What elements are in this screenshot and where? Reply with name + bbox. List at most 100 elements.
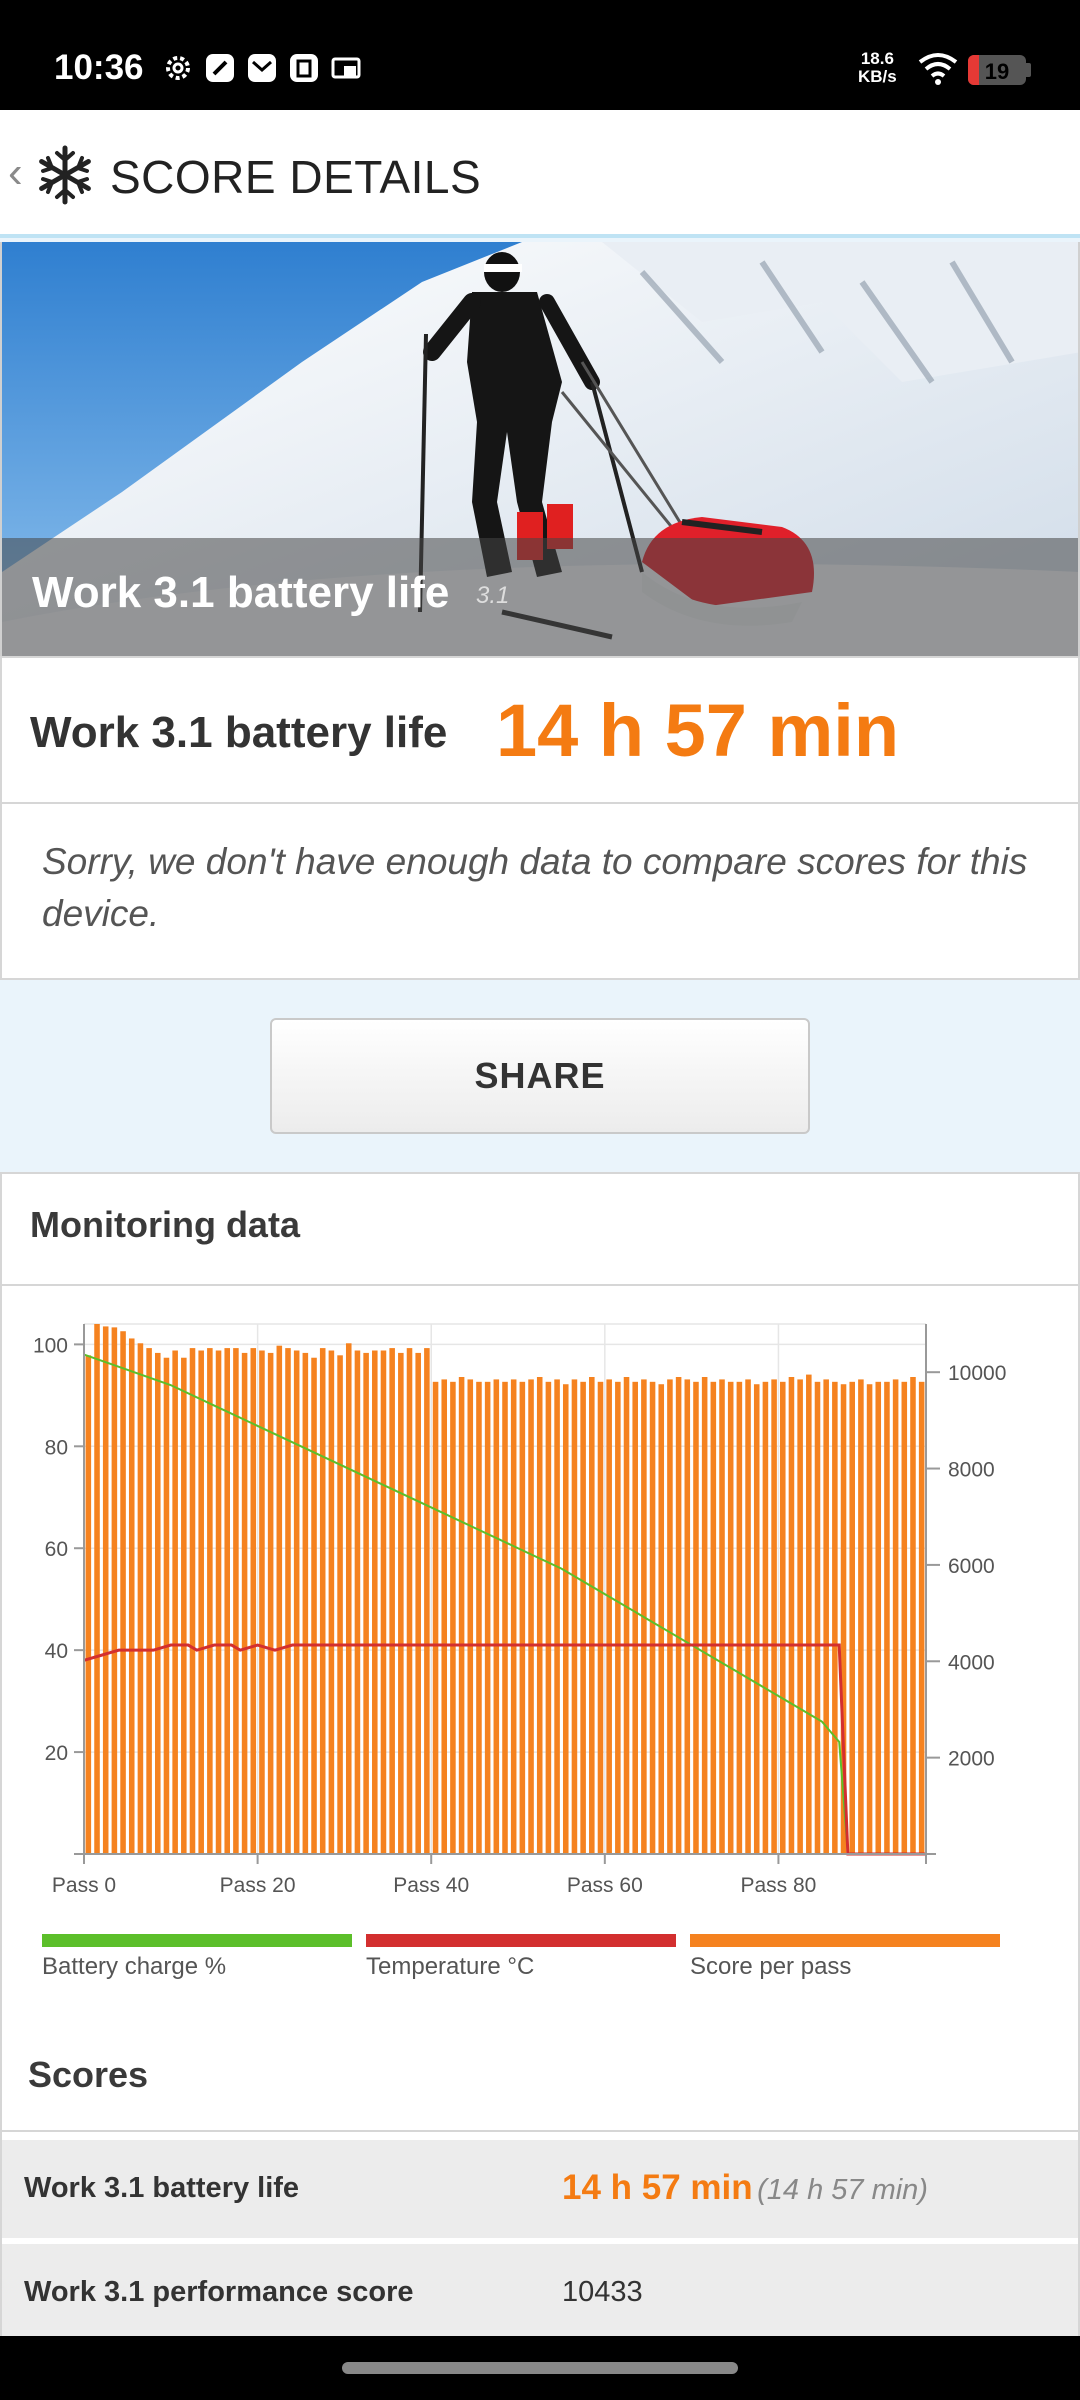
score-row-value: 10433 — [562, 2276, 643, 2308]
score-bar — [545, 1381, 552, 1854]
score-bar — [719, 1379, 725, 1854]
home-gesture-pill[interactable] — [342, 2362, 738, 2374]
score-bar — [797, 1379, 803, 1854]
score-bar — [137, 1343, 144, 1854]
score-bar — [285, 1348, 291, 1854]
score-bar — [693, 1381, 699, 1854]
network-speed: 18.6 KB/s — [858, 50, 897, 86]
y-tick-label: 100 — [33, 1334, 68, 1357]
y2-tick-label: 4000 — [948, 1651, 995, 1674]
comparison-note-card: Sorry, we don't have enough data to comp… — [0, 802, 1080, 980]
legend-temperature: Temperature °C — [366, 1934, 676, 1994]
score-bar — [311, 1357, 317, 1854]
result-label: Work 3.1 battery life — [30, 708, 448, 757]
score-bar — [345, 1343, 352, 1854]
back-chevron-icon[interactable]: ‹ — [8, 148, 23, 198]
score-bar — [710, 1381, 717, 1854]
snowflake-icon[interactable] — [34, 144, 96, 206]
score-bar — [85, 1355, 92, 1854]
score-bar — [623, 1377, 630, 1854]
score-bar — [102, 1326, 109, 1854]
score-bar — [198, 1350, 204, 1854]
battery-level-text: 19 — [984, 59, 1010, 84]
score-bar — [580, 1381, 586, 1854]
mail-app-icon — [248, 54, 276, 82]
score-row-secondary: (14 h 57 min) — [757, 2174, 928, 2206]
share-button[interactable]: SHARE — [270, 1018, 810, 1134]
score-bar — [632, 1381, 638, 1854]
score-bar — [467, 1379, 474, 1854]
y2-tick-label: 8000 — [948, 1459, 995, 1482]
battery-tip — [1026, 63, 1031, 77]
score-bar — [571, 1379, 578, 1854]
y-tick-label: 40 — [45, 1640, 68, 1663]
page-title: SCORE DETAILS — [110, 151, 482, 203]
score-bar — [823, 1379, 829, 1854]
y2-tick-label: 10000 — [948, 1362, 1006, 1385]
score-bar — [736, 1381, 743, 1854]
score-bar — [779, 1381, 786, 1854]
score-bar — [224, 1348, 231, 1854]
score-bar — [363, 1352, 369, 1854]
settings-icon — [166, 56, 190, 80]
score-bar — [615, 1381, 621, 1854]
score-bar — [189, 1348, 196, 1854]
score-bar — [519, 1381, 526, 1854]
score-bar — [319, 1348, 326, 1854]
cast-icon — [331, 57, 361, 79]
scores-title: Scores — [28, 2054, 149, 2095]
score-row-performance: Work 3.1 performance score 10433 — [2, 2244, 1078, 2336]
score-bar — [832, 1381, 838, 1854]
score-bar — [649, 1381, 656, 1854]
network-speed-unit: KB/s — [858, 67, 897, 86]
score-bar — [372, 1350, 378, 1854]
score-bar — [589, 1377, 595, 1854]
score-bar — [562, 1384, 569, 1854]
score-bar — [380, 1350, 387, 1854]
score-bar — [771, 1379, 777, 1854]
score-bar — [354, 1350, 361, 1854]
app-bar: ‹ SCORE DETAILS — [0, 110, 1080, 238]
battery-indicator: 19 — [968, 55, 1026, 85]
score-bar — [667, 1379, 673, 1854]
score-row-label: Work 3.1 performance score — [24, 2276, 414, 2308]
score-bar — [207, 1348, 213, 1854]
score-bar — [432, 1381, 439, 1854]
score-bar — [406, 1348, 413, 1854]
x-tick-label: Pass 60 — [567, 1874, 643, 1897]
score-bar — [155, 1352, 161, 1854]
score-bar — [684, 1379, 691, 1854]
score-bar — [128, 1338, 135, 1854]
score-bar — [302, 1352, 309, 1854]
score-bar — [398, 1352, 404, 1854]
legend-battery: Battery charge % — [42, 1934, 352, 1994]
y-tick-label: 80 — [45, 1436, 68, 1459]
score-bar — [450, 1381, 456, 1854]
score-bar — [111, 1327, 118, 1854]
x-tick-label: Pass 20 — [220, 1874, 296, 1897]
score-bar — [476, 1381, 482, 1854]
score-bar — [858, 1379, 864, 1854]
score-bar — [918, 1381, 925, 1854]
legend-label: Battery charge % — [42, 1953, 227, 1980]
legend-label: Score per pass — [690, 1953, 852, 1980]
legend-swatch — [42, 1934, 352, 1947]
hero-version: 3.1 — [476, 582, 510, 609]
score-bar — [510, 1379, 517, 1854]
score-bar — [328, 1350, 335, 1854]
score-bar — [597, 1381, 604, 1854]
result-card: Work 3.1 battery life 14 h 57 min — [0, 656, 1080, 804]
score-bar — [120, 1331, 126, 1854]
score-bar — [276, 1345, 283, 1854]
score-bar — [163, 1357, 170, 1854]
clipboard-app-icon — [290, 54, 318, 82]
y2-tick-label: 2000 — [948, 1748, 995, 1771]
score-bar — [788, 1377, 795, 1854]
y-tick-label: 60 — [45, 1538, 68, 1561]
score-bar — [484, 1381, 491, 1854]
x-tick-label: Pass 0 — [52, 1874, 116, 1897]
score-bar — [884, 1381, 890, 1854]
score-row-value-group: 14 h 57 min (14 h 57 min) — [562, 2168, 928, 2208]
legend-label: Temperature °C — [366, 1953, 535, 1980]
wifi-icon — [918, 53, 958, 85]
